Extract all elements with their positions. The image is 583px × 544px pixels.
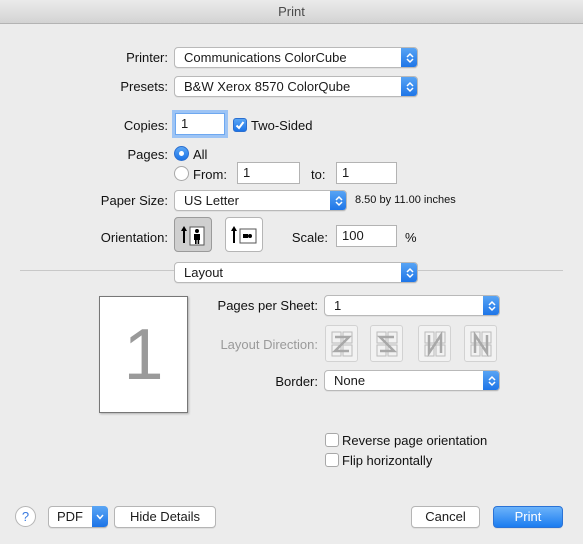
print-button[interactable]: Print bbox=[493, 506, 563, 528]
reverse-orientation-checkbox[interactable] bbox=[325, 433, 339, 447]
flip-horizontally-checkbox[interactable] bbox=[325, 453, 339, 467]
chevron-updown-icon bbox=[330, 191, 346, 210]
pages-per-sheet-value: 1 bbox=[334, 298, 342, 313]
printer-value: Communications ColorCube bbox=[184, 50, 347, 65]
window-title: Print bbox=[0, 0, 583, 24]
pages-to-label: to: bbox=[311, 167, 326, 182]
presets-label: Presets: bbox=[120, 79, 168, 94]
print-dialog: Print Printer: Communications ColorCube … bbox=[0, 0, 583, 544]
page-preview: 1 bbox=[99, 296, 188, 413]
two-sided-checkbox[interactable] bbox=[233, 118, 247, 132]
reverse-n-direction-icon bbox=[470, 330, 491, 357]
pdf-menu-button[interactable]: PDF bbox=[48, 506, 108, 528]
n-direction-icon bbox=[424, 330, 445, 357]
copies-label: Copies: bbox=[123, 118, 168, 133]
help-button[interactable]: ? bbox=[15, 506, 36, 527]
chevron-updown-icon bbox=[401, 263, 417, 282]
pdf-label: PDF bbox=[57, 509, 83, 524]
preview-page-number: 1 bbox=[123, 314, 164, 395]
printer-label: Printer: bbox=[126, 50, 168, 65]
section-value: Layout bbox=[184, 265, 224, 280]
pages-per-sheet-label: Pages per Sheet: bbox=[217, 298, 318, 313]
reverse-z-direction-icon bbox=[376, 331, 397, 356]
landscape-icon bbox=[231, 225, 257, 243]
cancel-button[interactable]: Cancel bbox=[411, 506, 480, 528]
pages-from-field[interactable]: 1 bbox=[237, 162, 300, 184]
direction-n-button[interactable] bbox=[418, 325, 451, 362]
paper-size-popup[interactable]: US Letter bbox=[174, 190, 347, 211]
pages-all-radio[interactable] bbox=[174, 146, 189, 161]
pages-from-label: From: bbox=[193, 167, 227, 182]
z-direction-icon bbox=[331, 331, 352, 356]
portrait-orientation-button[interactable] bbox=[174, 217, 212, 252]
orientation-label: Orientation: bbox=[100, 230, 168, 245]
chevron-updown-icon bbox=[483, 296, 499, 315]
hide-details-button[interactable]: Hide Details bbox=[114, 506, 216, 528]
copies-field[interactable]: 1 bbox=[175, 113, 225, 135]
presets-popup[interactable]: B&W Xerox 8570 ColorQube bbox=[174, 76, 418, 97]
border-label: Border: bbox=[275, 374, 318, 389]
direction-z-button[interactable] bbox=[325, 325, 358, 362]
scale-unit: % bbox=[405, 230, 417, 245]
chevron-updown-icon bbox=[401, 48, 417, 67]
presets-value: B&W Xerox 8570 ColorQube bbox=[184, 79, 351, 94]
pages-per-sheet-popup[interactable]: 1 bbox=[324, 295, 500, 316]
scale-field[interactable]: 100 bbox=[336, 225, 397, 247]
border-popup[interactable]: None bbox=[324, 370, 500, 391]
section-popup[interactable]: Layout bbox=[174, 262, 418, 283]
direction-reverse-n-button[interactable] bbox=[464, 325, 497, 362]
reverse-orientation-label: Reverse page orientation bbox=[342, 433, 488, 448]
flip-horizontally-label: Flip horizontally bbox=[342, 453, 433, 468]
layout-direction-label: Layout Direction: bbox=[220, 337, 318, 352]
scale-label: Scale: bbox=[291, 230, 328, 245]
pages-to-field[interactable]: 1 bbox=[336, 162, 397, 184]
pages-all-label: All bbox=[193, 147, 208, 162]
paper-size-value: US Letter bbox=[184, 193, 239, 208]
chevron-updown-icon bbox=[401, 77, 417, 96]
border-value: None bbox=[334, 373, 366, 388]
pages-from-radio[interactable] bbox=[174, 166, 189, 181]
chevron-updown-icon bbox=[483, 371, 499, 390]
printer-popup[interactable]: Communications ColorCube bbox=[174, 47, 418, 68]
paper-dimensions: 8.50 by 11.00 inches bbox=[355, 194, 456, 206]
direction-reverse-z-button[interactable] bbox=[370, 325, 403, 362]
chevron-down-icon bbox=[92, 506, 108, 527]
paper-size-label: Paper Size: bbox=[100, 193, 168, 208]
two-sided-label: Two-Sided bbox=[251, 118, 313, 133]
pages-label: Pages: bbox=[127, 147, 168, 162]
landscape-orientation-button[interactable] bbox=[225, 217, 263, 252]
portrait-icon bbox=[181, 225, 205, 245]
checkmark-icon bbox=[235, 121, 245, 130]
